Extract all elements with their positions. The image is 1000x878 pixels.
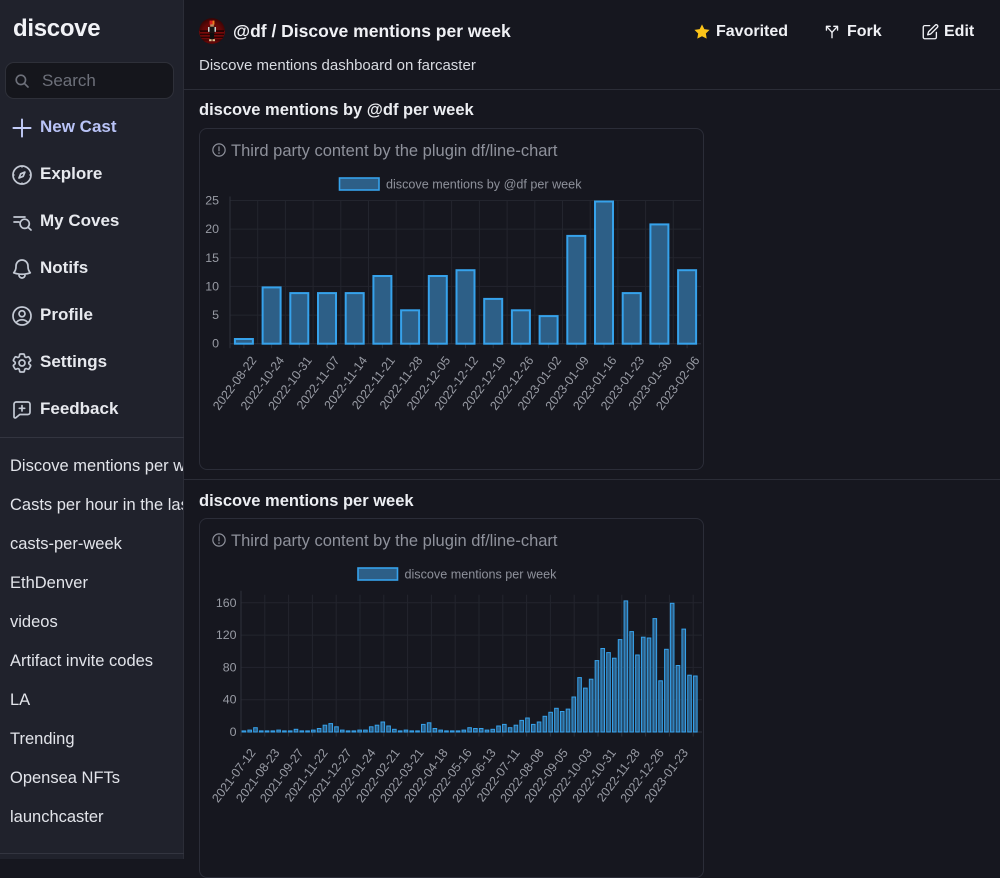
svg-text:15: 15 bbox=[205, 251, 219, 265]
svg-text:discove mentions per week: discove mentions per week bbox=[405, 568, 558, 582]
svg-text:40: 40 bbox=[223, 693, 237, 707]
svg-text:discove mentions by @df per we: discove mentions by @df per week bbox=[386, 178, 582, 192]
svg-text:120: 120 bbox=[216, 628, 237, 642]
svg-text:160: 160 bbox=[216, 596, 237, 610]
svg-text:5: 5 bbox=[212, 308, 219, 322]
svg-text:0: 0 bbox=[212, 337, 219, 351]
svg-text:20: 20 bbox=[205, 222, 219, 236]
svg-text:80: 80 bbox=[223, 660, 237, 674]
svg-text:10: 10 bbox=[205, 279, 219, 293]
svg-text:0: 0 bbox=[230, 725, 237, 739]
svg-text:25: 25 bbox=[205, 194, 219, 208]
